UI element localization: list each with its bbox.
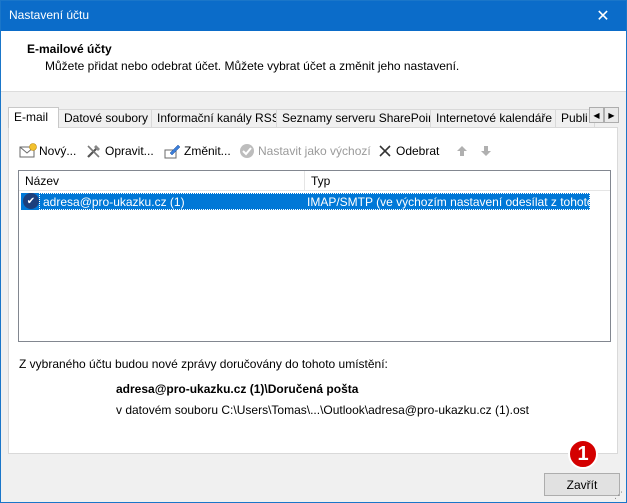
default-account-check-icon: ✔ (23, 193, 39, 209)
close-button[interactable]: Zavřít (544, 473, 620, 496)
move-down-button[interactable] (477, 142, 497, 160)
new-mail-icon (19, 142, 37, 160)
arrow-right-icon: ▶ (608, 110, 615, 120)
resize-grip-icon[interactable]: ⋰ (614, 490, 624, 500)
arrow-left-icon: ◀ (593, 110, 600, 120)
delivery-data-file: v datovém souboru C:\Users\Tomas\...\Out… (116, 403, 530, 417)
repair-account-label: Opravit... (105, 144, 154, 158)
repair-account-button[interactable]: Opravit... (85, 142, 154, 160)
column-header-name[interactable]: Název (19, 171, 305, 191)
table-row[interactable]: ✔ adresa@pro-ukazku.cz (1) IMAP/SMTP (ve… (21, 193, 590, 210)
tab-data-files[interactable]: Datové soubory (58, 109, 152, 127)
delivery-folder: adresa@pro-ukazku.cz (1)\Doručená pošta (116, 382, 359, 396)
tab-scroll-left-button[interactable]: ◀ (589, 107, 604, 123)
header-title: E-mailové účty (27, 42, 112, 56)
edit-icon (164, 142, 182, 160)
header-subtitle: Můžete přidat nebo odebrat účet. Můžete … (45, 59, 460, 73)
remove-account-label: Odebrat (396, 144, 440, 158)
tools-icon (85, 142, 103, 160)
title-bar: Nastavení účtu ✕ (1, 1, 626, 31)
x-icon (376, 142, 394, 160)
accounts-list[interactable]: Název Typ ✔ adresa@pro-ukazku.cz (1) IMA… (18, 170, 611, 342)
change-account-label: Změnit... (184, 144, 231, 158)
remove-account-button[interactable]: Odebrat (376, 142, 439, 160)
tab-sharepoint-lists[interactable]: Seznamy serveru SharePoint (276, 109, 431, 127)
set-default-label: Nastavit jako výchozí (258, 144, 371, 158)
close-icon[interactable]: ✕ (580, 1, 626, 31)
arrow-up-icon (453, 142, 471, 160)
tab-strip: E-mail Datové soubory Informační kanály … (8, 107, 608, 128)
step-badge: 1 (568, 439, 598, 469)
delivery-label: Z vybraného účtu budou nové zprávy doruč… (19, 357, 388, 371)
tab-email[interactable]: E-mail (8, 107, 59, 128)
tab-internet-calendars[interactable]: Internetové kalendáře (430, 109, 556, 127)
new-account-button[interactable]: Nový... (19, 142, 76, 160)
new-account-label: Nový... (39, 144, 77, 158)
change-account-button[interactable]: Změnit... (164, 142, 231, 160)
email-tab-panel: Nový... Opravit... Změnit... Nastavit ja… (8, 127, 618, 454)
toolbar: Nový... Opravit... Změnit... Nastavit ja… (19, 142, 609, 162)
account-type-cell: IMAP/SMTP (ve výchozím nastavení odesíla… (307, 195, 590, 209)
tab-rss-feeds[interactable]: Informační kanály RSS (151, 109, 277, 127)
tab-scroll-right-button[interactable]: ▶ (604, 107, 619, 123)
window-title: Nastavení účtu (9, 8, 90, 22)
check-circle-icon (238, 142, 256, 160)
arrow-down-icon (477, 142, 495, 160)
move-up-button[interactable] (453, 142, 473, 160)
account-name-cell: adresa@pro-ukazku.cz (1) (43, 195, 185, 209)
dialog-header: E-mailové účty Můžete přidat nebo odebra… (1, 31, 626, 92)
account-settings-window: Nastavení účtu ✕ E-mailové účty Můžete p… (0, 0, 627, 503)
set-default-button[interactable]: Nastavit jako výchozí (238, 142, 371, 160)
column-header-type[interactable]: Typ (305, 171, 610, 191)
